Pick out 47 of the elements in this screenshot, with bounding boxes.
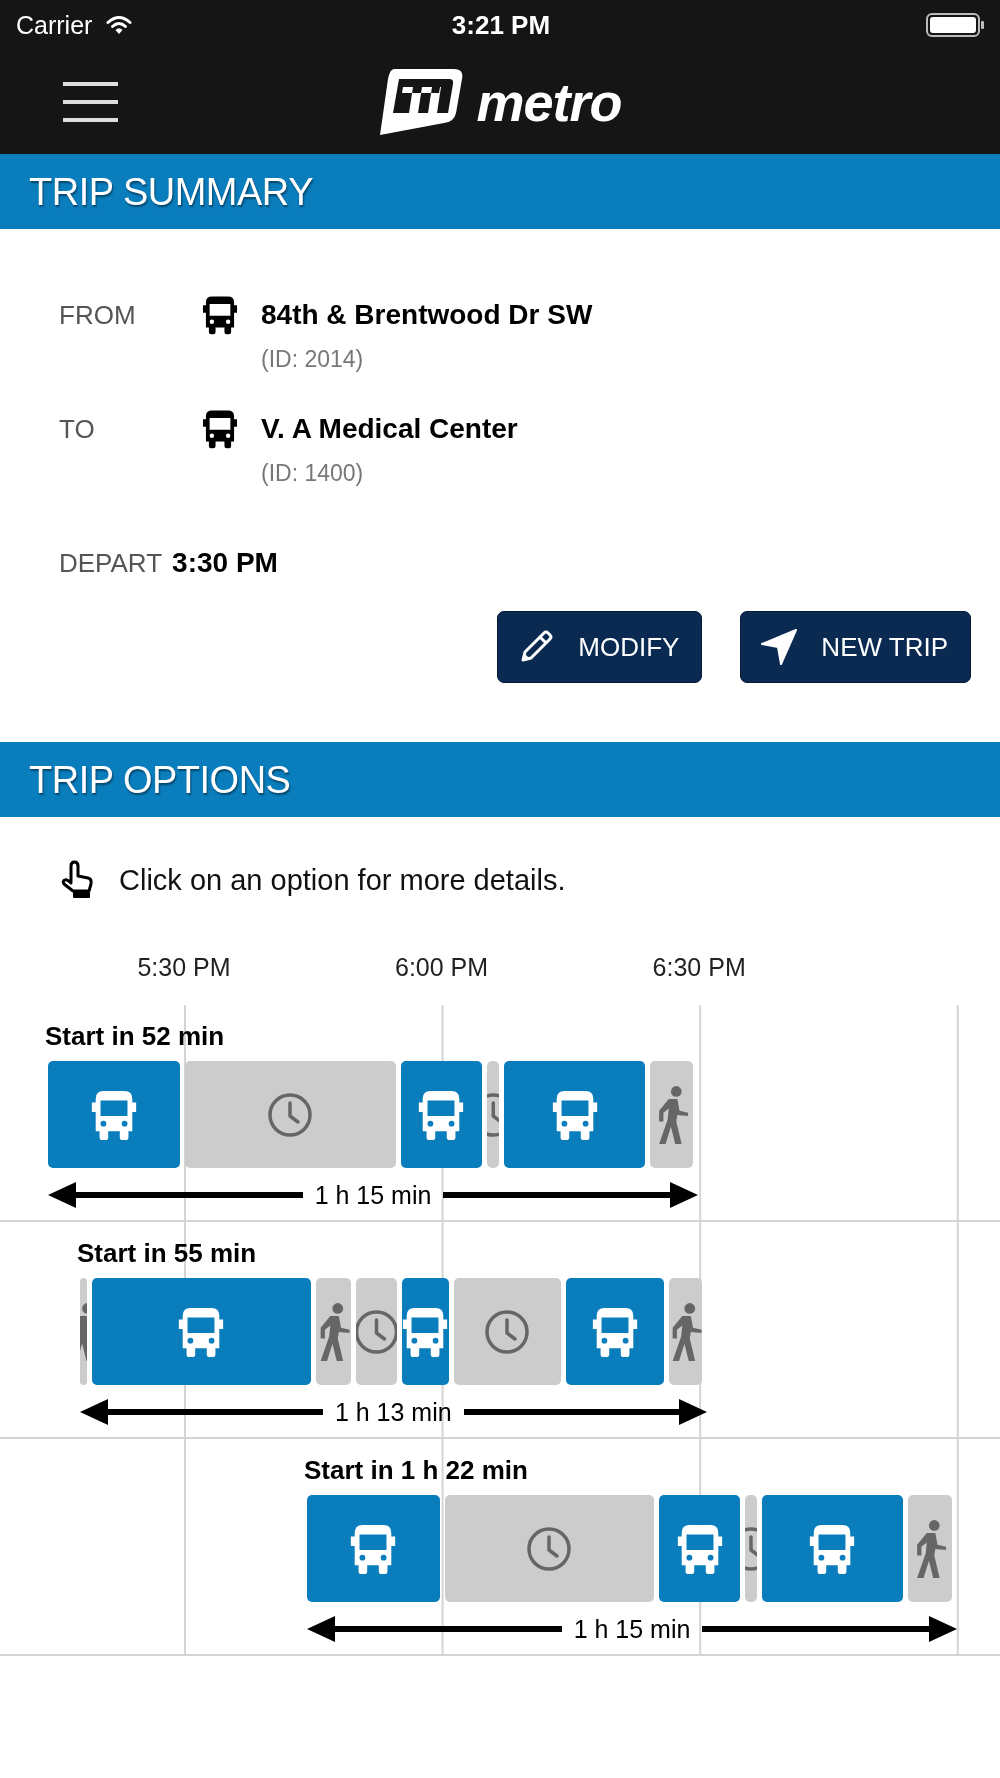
wifi-icon <box>106 15 133 35</box>
menu-icon <box>63 82 118 122</box>
carrier-name: Carrier <box>16 10 93 40</box>
bus-icon <box>402 1305 448 1358</box>
section-title: TRIP OPTIONS <box>29 757 291 803</box>
bus-icon <box>418 1088 464 1141</box>
stop-name: 84th & Brentwood Dr SW <box>261 298 593 332</box>
bus-icon <box>809 1522 856 1575</box>
depart-time: 3:30 PM <box>172 546 278 580</box>
bus-icon <box>91 1088 137 1141</box>
bus-icon <box>201 295 239 335</box>
bus-icon <box>676 1522 723 1575</box>
bus-icon <box>591 1305 638 1358</box>
new-trip-button[interactable]: NEW TRIP <box>740 611 971 683</box>
time-tick-label: 6:30 PM <box>652 953 746 981</box>
section-title: TRIP SUMMARY <box>29 169 313 215</box>
bus-icon <box>551 1088 598 1141</box>
walking-person-icon <box>80 1301 87 1362</box>
clock-icon <box>745 1524 757 1573</box>
bus-icon <box>350 1522 397 1575</box>
clock-icon <box>486 1090 499 1139</box>
stop-id: (ID: 1400) <box>261 459 364 487</box>
time-tick-label: 5:30 PM <box>137 953 231 981</box>
hint-text: Click on an option for more details. <box>119 863 566 898</box>
field-label: FROM <box>59 299 136 332</box>
clock-icon <box>525 1524 574 1573</box>
battery-icon <box>926 13 986 37</box>
clock-icon <box>266 1090 315 1139</box>
field-label: TO <box>59 413 95 446</box>
clock-icon <box>355 1307 397 1356</box>
trip-duration: 1 h 15 min <box>314 1180 432 1211</box>
option-title: Start in 1 h 22 min <box>304 1454 528 1487</box>
logo-text: metro <box>476 72 622 132</box>
trip-duration: 1 h 15 min <box>573 1614 691 1645</box>
trip-duration: 1 h 13 min <box>334 1397 452 1428</box>
status-time: 3:21 PM <box>451 10 551 40</box>
field-label: DEPART <box>59 547 163 580</box>
clock-icon <box>483 1307 531 1356</box>
bus-icon <box>178 1305 224 1358</box>
time-tick-label: 6:00 PM <box>395 953 489 981</box>
stop-id: (ID: 2014) <box>261 345 364 373</box>
stop-name: V. A Medical Center <box>261 412 518 446</box>
modify-button[interactable]: MODIFY <box>497 611 703 683</box>
option-title: Start in 52 min <box>45 1020 225 1053</box>
option-title: Start in 55 min <box>77 1237 257 1270</box>
navigation-arrow-icon <box>759 627 800 667</box>
bus-icon <box>201 409 239 449</box>
